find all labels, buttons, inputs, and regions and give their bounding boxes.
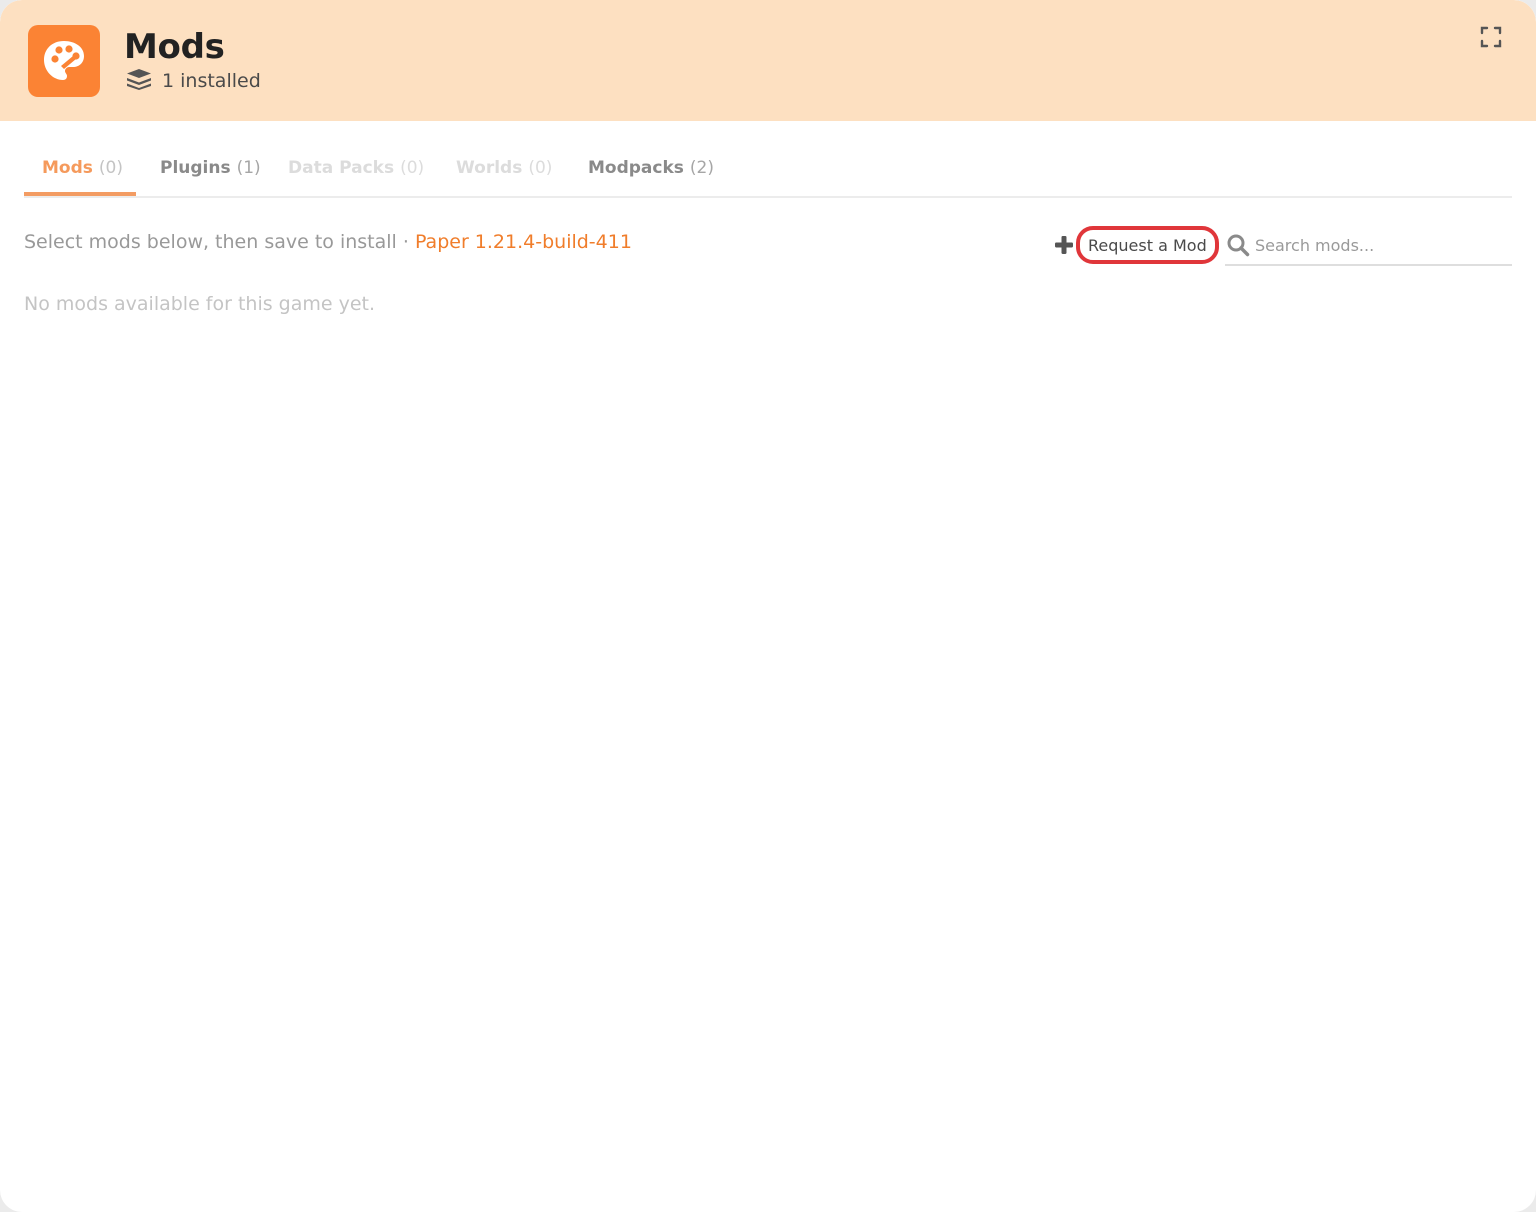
- tab-plugins[interactable]: Plugins (1): [160, 148, 261, 196]
- tab-label: Data Packs: [288, 158, 395, 178]
- palette-icon: [28, 25, 100, 97]
- tab-label: Plugins: [160, 158, 231, 178]
- request-mod-button[interactable]: Request a Mod: [1076, 226, 1219, 264]
- search-box: [1225, 226, 1512, 266]
- tab-label: Mods: [42, 158, 93, 178]
- install-instructions: Select mods below, then save to install …: [24, 231, 632, 253]
- plus-icon[interactable]: [1054, 235, 1074, 255]
- tab-data-packs[interactable]: Data Packs (0): [288, 148, 424, 196]
- search-input[interactable]: [1255, 235, 1505, 255]
- installed-count: 1 installed: [162, 70, 261, 92]
- tab-bar: Mods (0) Plugins (1) Data Packs (0) Worlds(…: [24, 148, 1512, 198]
- empty-state-message: No mods available for this game yet.: [24, 293, 376, 315]
- tab-label: Worlds: [456, 158, 523, 178]
- tab-count: (1): [236, 158, 261, 178]
- tab-count: (0): [98, 158, 123, 178]
- search-icon: [1225, 232, 1251, 258]
- panel-header: Mods 1 installed: [0, 0, 1536, 121]
- tab-worlds[interactable]: Worlds (0): [456, 148, 552, 196]
- tab-count: (0): [400, 158, 425, 178]
- server-version: Paper 1.21.4-build-411: [414, 231, 632, 253]
- tab-label: Modpacks: [588, 158, 684, 178]
- instructions-text: Select mods below, then save to install …: [24, 231, 409, 253]
- expand-icon[interactable]: [1478, 24, 1504, 50]
- tab-mods[interactable]: Mods (0): [24, 148, 136, 196]
- mods-panel: Mods 1 installed Mods (0) Plugins (1) Da…: [0, 0, 1536, 1212]
- page-title: Mods: [124, 27, 225, 67]
- tab-modpacks[interactable]: Modpacks (2): [588, 148, 714, 196]
- tab-count: (0): [528, 158, 553, 178]
- layers-stack-icon: [126, 68, 152, 94]
- request-mod-control[interactable]: Request a Mod: [1054, 224, 1219, 266]
- installed-summary: 1 installed: [126, 68, 261, 94]
- tab-count: (2): [689, 158, 715, 178]
